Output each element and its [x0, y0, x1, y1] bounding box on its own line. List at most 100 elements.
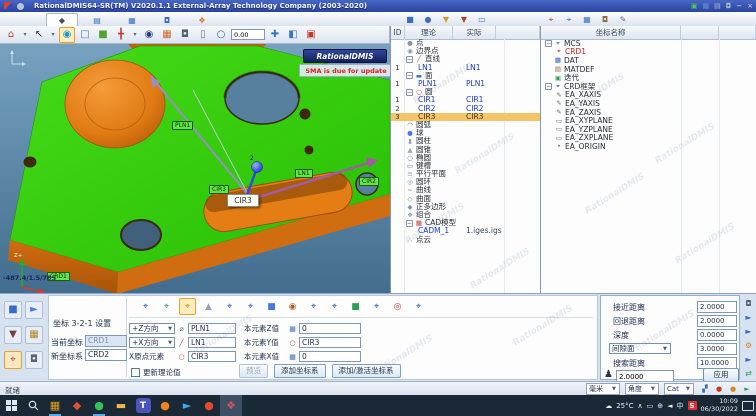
hand-probe2-icon[interactable]: ► — [742, 325, 755, 338]
measure-field-value[interactable]: 3.0000 — [697, 343, 737, 355]
cad-compare-icon[interactable]: ▣ — [303, 27, 319, 43]
measure-field-value[interactable]: 2.0000 — [697, 315, 737, 327]
add-cs-button[interactable]: 添加坐标系 — [274, 364, 326, 378]
zoom-window-icon[interactable]: □ — [77, 27, 93, 43]
feature-column-header[interactable]: 实际 — [453, 26, 496, 39]
snapshot-camera-icon[interactable]: ◘ — [177, 27, 193, 43]
tab-table[interactable]: ▦ — [116, 13, 148, 26]
direction-select[interactable]: +Z方向▼ — [129, 323, 175, 334]
grid-status-icon[interactable]: ▞ — [699, 383, 711, 395]
cs-bestfit-icon[interactable]: ◉ — [284, 298, 301, 315]
sogou-icon[interactable]: S — [688, 401, 697, 410]
feature-tree-row[interactable]: ∴点云 — [391, 236, 540, 244]
coordinate-tree-row[interactable]: ⌖CRD1 — [541, 48, 756, 57]
temperature[interactable]: 25°C — [616, 402, 633, 410]
measure-field-value[interactable]: 10.0000 — [697, 357, 737, 369]
clock[interactable]: 10:09 06/30/2022 — [701, 398, 738, 413]
features-cube-icon[interactable]: ■ — [404, 14, 416, 26]
taskbar-app-explorer[interactable]: ▬ — [110, 395, 132, 416]
coordinate-tree-row[interactable]: ▭EA_XYPLANE — [541, 116, 756, 125]
coord-add-icon[interactable]: ⌖ — [563, 14, 575, 26]
feature-tree-row[interactable]: 3CIR3CIR3 — [391, 113, 540, 121]
hand-probe-icon[interactable]: ► — [742, 311, 755, 324]
cs-rotate-icon[interactable]: ⌖ — [305, 298, 322, 315]
zoom-input[interactable] — [231, 29, 265, 40]
taskbar-app-cad[interactable]: ▦ — [44, 395, 66, 416]
network-icon[interactable]: ⊕ — [657, 402, 663, 410]
coordinate-tree-row[interactable]: ▭EA_ZXPLANE — [541, 134, 756, 143]
taskbar-app-teams[interactable]: T — [132, 395, 154, 416]
render-color-icon[interactable]: ▦ — [159, 27, 175, 43]
feature-tree-row[interactable]: ❖组合 — [391, 211, 540, 219]
filter-icon[interactable]: ▼ — [440, 14, 452, 26]
label-ln1[interactable]: LN1 — [295, 169, 313, 178]
feature-field[interactable]: CIR3 — [188, 351, 236, 362]
cs-machine-icon[interactable]: ⌖ — [137, 298, 154, 315]
filter-alt-icon[interactable]: ▼ — [458, 14, 470, 26]
clearance-plane-select[interactable]: 间隙面▼ — [609, 343, 671, 354]
delete-trash-icon[interactable]: ▯ — [195, 27, 211, 43]
tab-document[interactable]: ▤ — [81, 13, 113, 26]
taskbar-app-security[interactable]: ◆ — [66, 395, 88, 416]
clock-icon[interactable]: ● — [727, 383, 739, 395]
coordinate-tree-row[interactable]: ✎EA_ZAXIS — [541, 108, 756, 117]
update-theory-checkbox[interactable]: 更新理论值 — [131, 367, 181, 378]
feature-tree-row[interactable]: ◆正多边形 — [391, 203, 540, 211]
rotate-mode-icon[interactable]: ◉ — [59, 27, 75, 43]
print-icon[interactable]: ◘ — [726, 1, 732, 11]
cs-321-icon[interactable]: ⌖ — [179, 298, 196, 315]
taskbar-app-firefox[interactable]: ● — [154, 395, 176, 416]
feature-tree-row[interactable]: ~曲线 — [391, 186, 540, 194]
coordinate-setup-icon[interactable]: ⌖ — [4, 351, 22, 369]
monitor-icon[interactable]: ▭ — [476, 14, 488, 26]
feature-tree-row[interactable]: ◉边界点 — [391, 47, 540, 55]
tab-model[interactable]: ❖ — [186, 13, 218, 26]
cmm-arm-icon[interactable]: ► — [25, 301, 43, 319]
label-cir2[interactable]: CIR2 — [359, 177, 379, 186]
probe-rack-icon[interactable]: ▦ — [25, 326, 43, 344]
capture-icon[interactable]: ▣ — [691, 1, 698, 11]
feature-tree-row[interactable]: ▲圆锥 — [391, 145, 540, 153]
expand-toggle[interactable]: − — [406, 220, 413, 227]
cs-part-icon[interactable]: ⌖ — [158, 298, 175, 315]
coordinate-tree-row[interactable]: −⌖MCS — [541, 39, 756, 48]
feature-field[interactable]: PLN1 — [188, 323, 236, 334]
feature-column-header[interactable]: ID — [391, 26, 405, 39]
notification-center-icon[interactable] — [742, 401, 754, 411]
select-cursor-icon[interactable]: ↖ — [31, 27, 47, 43]
add-activate-cs-button[interactable]: 添加/激活坐标系 — [332, 364, 401, 378]
expand-toggle[interactable]: − — [406, 56, 413, 63]
taskbar-app-wechat[interactable]: ● — [88, 395, 110, 416]
sphere-view-icon[interactable]: ● — [422, 14, 434, 26]
apply-button[interactable]: 应用 — [703, 368, 739, 382]
feature-tree-row[interactable]: ◇曲面 — [391, 195, 540, 203]
coordinate-tree-row[interactable]: ✎EA_YAXIS — [541, 99, 756, 108]
probe-tip-sphere[interactable] — [252, 162, 263, 173]
cs-cube-icon[interactable]: ■ — [263, 298, 280, 315]
sync-icon[interactable]: ⇄ — [742, 367, 755, 380]
start-button[interactable] — [0, 395, 22, 416]
cs-axis-point-icon[interactable]: ⌖ — [221, 298, 238, 315]
new-coord-field[interactable]: CRD2 — [85, 349, 127, 361]
feature-tree-row[interactable]: ≡平行平面 — [391, 170, 540, 178]
clip-plane-icon[interactable]: ✚ — [267, 27, 283, 43]
close-button[interactable]: × — [747, 1, 753, 11]
coord-edit-icon[interactable]: ✎ — [617, 14, 629, 26]
element-value-field[interactable]: CIR3 — [299, 337, 361, 348]
pick-solid-icon[interactable]: ◧ — [285, 27, 301, 43]
report-icon[interactable]: ▤ — [714, 1, 721, 11]
zoom-magnifier-icon[interactable]: ○ — [213, 27, 229, 43]
cs-mcs-icon[interactable]: ⌖ — [410, 298, 427, 315]
checkbox-box[interactable] — [131, 368, 140, 377]
tray-expand-icon[interactable]: ∧ — [638, 402, 643, 410]
taskbar-app-office[interactable]: ● — [198, 395, 220, 416]
feature-tree-row[interactable]: CADM_11.iges.igs — [391, 227, 540, 235]
feature-tree-row[interactable]: ◠圆弧 — [391, 121, 540, 129]
coordinate-tree-row[interactable]: ✎EA_XAXIS — [541, 91, 756, 100]
chevron-down-icon[interactable]: ▾ — [49, 27, 57, 43]
cs-solid-icon[interactable]: ■ — [347, 298, 364, 315]
run-icon[interactable]: ► — [741, 383, 753, 395]
element-value-field[interactable]: 0 — [299, 351, 361, 362]
measure-field-value[interactable]: 2.0000 — [697, 301, 737, 313]
ime-indicator[interactable]: 中 — [677, 401, 684, 411]
